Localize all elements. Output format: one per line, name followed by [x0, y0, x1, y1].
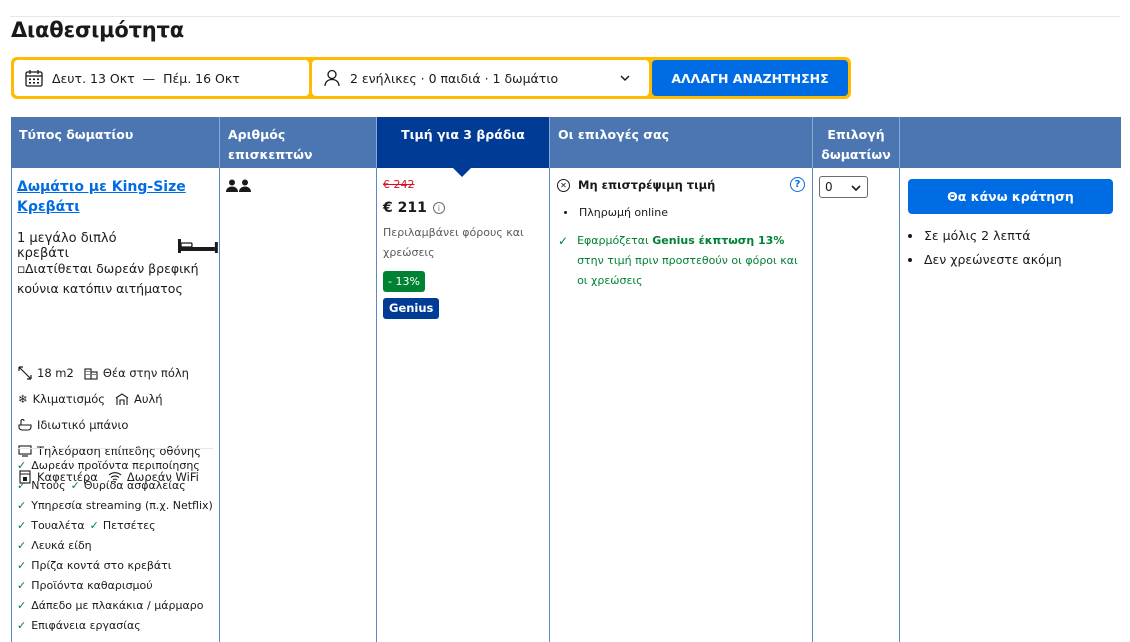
- genius-discount-note: ✓ Εφαρμόζεται Genius έκπτωση 13% στην τι…: [558, 231, 798, 291]
- payment-online: Πληρωμή online: [564, 206, 668, 219]
- bathtub-icon: [18, 418, 32, 432]
- bullet: [908, 257, 912, 262]
- page-title: Διαθεσιμότητα: [11, 18, 184, 42]
- check-icon: ✓: [17, 599, 27, 612]
- header-guests: Αριθμός επισκεπτών: [220, 117, 377, 168]
- air-conditioning: Κλιματισμός: [32, 392, 105, 406]
- bed-info: 1 μεγάλο διπλό κρεβάτι: [17, 231, 219, 261]
- original-price: € 242: [383, 178, 415, 191]
- facility-row: Τηλεόραση επίπεδης οθόνης: [18, 444, 201, 458]
- check-icon: ✓: [558, 234, 569, 248]
- flat-screen-tv: Τηλεόραση επίπεδης οθόνης: [37, 444, 201, 458]
- check-icon: ✓: [17, 579, 27, 592]
- crib-icon: ▫: [17, 261, 26, 276]
- chevron-down-icon: [851, 185, 861, 192]
- reserve-button[interactable]: Θα κάνω κράτηση: [908, 179, 1113, 214]
- search-bar: Δευτ. 13 Οκτ — Πέμ. 16 Οκτ 2 ενήλικες · …: [11, 57, 851, 99]
- guests-picker[interactable]: 2 ενήλικες · 0 παιδιά · 1 δωμάτιο: [312, 60, 649, 96]
- booking-note: Δεν χρεώνεστε ακόμη: [908, 252, 1062, 267]
- header-choices: Οι επιλογές σας: [550, 117, 813, 168]
- bed-label: 1 μεγάλο διπλό κρεβάτι: [17, 231, 117, 261]
- guests-cell: [220, 168, 377, 642]
- amenity-item: ✓ Λευκά είδη: [17, 539, 92, 552]
- room-size: 18 m2: [37, 366, 74, 380]
- taxes-note: Περιλαμβάνει φόρους και χρεώσεις: [383, 226, 524, 259]
- discount-badge: - 13%: [383, 271, 425, 292]
- facility-row: ❄ Κλιματισμός Αυλή: [18, 392, 163, 406]
- date-picker[interactable]: Δευτ. 13 Οκτ — Πέμ. 16 Οκτ: [14, 60, 309, 96]
- bullet: [908, 233, 912, 238]
- bed-icon: [178, 239, 219, 253]
- header-select-rooms: Επιλογή δωματίων: [813, 117, 900, 168]
- check-icon: ✓: [17, 499, 27, 512]
- check-icon: ✓: [17, 619, 27, 632]
- date-separator: —: [142, 70, 156, 86]
- current-price-value: € 211: [383, 200, 427, 216]
- amenity-item: ✓ Υπηρεσία streaming (π.χ. Netflix): [17, 499, 213, 512]
- chevron-down-icon: [620, 75, 630, 82]
- check-icon: ✓: [17, 539, 27, 552]
- price-cell: € 242 € 211 i Περιλαμβάνει φόρους και χρ…: [377, 168, 550, 642]
- crib-info: ▫Διατίθεται δωρεάν βρεφική κούνια κατόπι…: [17, 259, 217, 299]
- select-rooms-cell: 0: [813, 168, 900, 642]
- person-icon: [324, 69, 340, 87]
- amenity-item: ✓ Δωρεάν προϊόντα περιποίησης: [17, 459, 200, 472]
- guests-summary: 2 ενήλικες · 0 παιδιά · 1 δωμάτιο: [350, 70, 559, 86]
- amenity-item: ✓ Πρίζα κοντά στο κρεβάτι: [17, 559, 172, 572]
- room-type-cell: Δωμάτιο με King-Size Κρεβάτι 1 μεγάλο δι…: [11, 168, 220, 642]
- facility-row: Ιδιωτικό μπάνιο: [18, 418, 128, 432]
- check-icon: ✓: [17, 559, 27, 572]
- snowflake-icon: ❄: [18, 392, 28, 406]
- city-view-icon: [84, 366, 98, 380]
- facility-row: 18 m2 Θέα στην πόλη: [18, 366, 189, 380]
- amenity-item: ✓ Ντους ✓ Θυρίδα ασφαλείας: [17, 479, 186, 492]
- non-refundable-label: Μη επιστρέψιμη τιμή: [578, 178, 716, 192]
- calendar-icon: [25, 70, 43, 87]
- choices-cell: ✕ Μη επιστρέψιμη τιμή ? Πληρωμή online ✓…: [550, 168, 813, 642]
- room-quantity-select[interactable]: 0: [819, 176, 868, 198]
- room-size-icon: [18, 366, 32, 380]
- room-quantity-value: 0: [825, 180, 833, 194]
- patio: Αυλή: [133, 392, 163, 406]
- check-icon: ✓: [17, 519, 27, 532]
- help-icon[interactable]: ?: [790, 177, 805, 192]
- amenity-item: ✓ Τουαλέτα ✓ Πετσέτες: [17, 519, 156, 532]
- amenity-item: ✓ Επιφάνεια εργασίας: [17, 619, 141, 632]
- check-icon: ✓: [89, 519, 99, 532]
- city-view: Θέα στην πόλη: [102, 366, 189, 380]
- patio-icon: [115, 392, 129, 406]
- checkout-date: Πέμ. 16 Οκτ: [163, 70, 240, 86]
- non-refundable: ✕ Μη επιστρέψιμη τιμή: [557, 178, 715, 192]
- amenity-item: ✓ Προϊόντα καθαρισμού: [17, 579, 153, 592]
- amenities-divider: [17, 448, 213, 449]
- availability-table: Τύπος δωματίου Αριθμός επισκεπτών Τιμή γ…: [11, 117, 1121, 642]
- checkin-date: Δευτ. 13 Οκτ: [52, 70, 135, 86]
- check-icon: ✓: [17, 479, 27, 492]
- booking-note: Σε μόλις 2 λεπτά: [908, 228, 1031, 243]
- room-name-link[interactable]: Δωμάτιο με King-Size Κρεβάτι: [17, 177, 212, 217]
- info-icon[interactable]: i: [432, 202, 445, 214]
- no-refund-icon: ✕: [557, 178, 570, 192]
- change-search-button[interactable]: ΑΛΛΑΓΗ ΑΝΑΖΗΤΗΣΗΣ: [652, 60, 848, 96]
- tv-icon: [18, 444, 32, 458]
- check-icon: ✓: [17, 459, 27, 472]
- crib-label: Διατίθεται δωρεάν βρεφική κούνια κατόπιν…: [17, 261, 199, 296]
- amenity-item: ✓ Δάπεδο με πλακάκια / μάρμαρο: [17, 599, 204, 612]
- check-icon: ✓: [70, 479, 80, 492]
- top-divider: [10, 16, 1120, 17]
- bullet: [564, 211, 567, 214]
- two-persons-icon: [226, 179, 251, 192]
- header-room-type: Τύπος δωματίου: [11, 117, 220, 168]
- header-price[interactable]: Τιμή για 3 βράδια: [377, 117, 550, 168]
- table-header: Τύπος δωματίου Αριθμός επισκεπτών Τιμή γ…: [11, 117, 1121, 168]
- private-bathroom: Ιδιωτικό μπάνιο: [37, 418, 129, 432]
- current-price: € 211 i: [383, 200, 445, 216]
- genius-badge: Genius: [383, 298, 440, 319]
